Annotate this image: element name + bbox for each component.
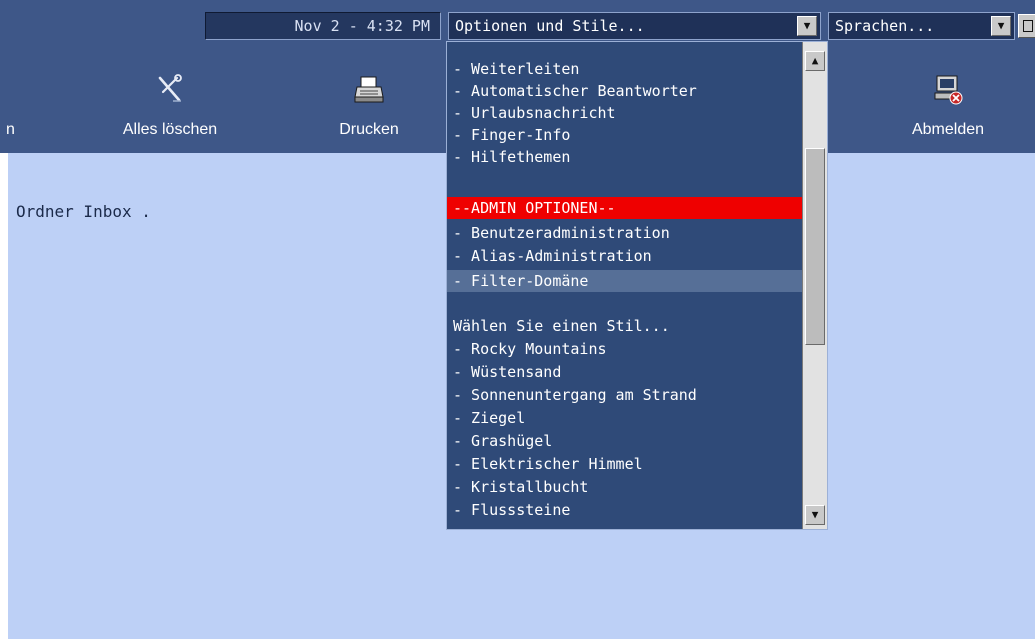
dropdown-item[interactable]: - Finger-Info — [447, 124, 803, 146]
dropdown-item[interactable]: - Sonnenuntergang am Strand — [447, 384, 803, 406]
clock-display: Nov 2 - 4:32 PM — [205, 12, 441, 40]
toolbar-item-prev[interactable]: n — [0, 42, 22, 150]
left-edge — [0, 153, 8, 639]
logout-button[interactable]: Abmelden — [888, 42, 1008, 150]
scroll-up-icon[interactable]: ▲ — [805, 51, 825, 71]
dropdown-item[interactable]: - Urlaubsnachricht — [447, 102, 803, 124]
dropdown-item[interactable]: - Ziegel — [447, 407, 803, 429]
dropdown-item[interactable]: - Hilfethemen — [447, 146, 803, 168]
scrollbar-thumb[interactable] — [805, 148, 825, 345]
options-dropdown-list: - Weiterleiten - Automatischer Beantwort… — [447, 42, 803, 529]
computer-logout-icon — [934, 75, 963, 105]
dropdown-item[interactable]: - Elektrischer Himmel — [447, 453, 803, 475]
dropdown-scrollbar[interactable]: ▲ ▼ — [802, 42, 827, 529]
dropdown-item[interactable]: - Benutzeradministration — [447, 222, 803, 244]
dropdown-item-blank[interactable] — [447, 168, 803, 190]
options-select[interactable]: Optionen und Stile... ▼ — [448, 12, 821, 40]
dropdown-item[interactable]: - Weiterleiten — [447, 58, 803, 80]
dropdown-item[interactable]: - Wüstensand — [447, 361, 803, 383]
dropdown-item-selected[interactable]: - Filter-Domäne — [447, 270, 803, 292]
dropdown-item[interactable]: - Flusssteine — [447, 499, 803, 521]
print-label: Drucken — [339, 121, 399, 138]
scroll-down-icon[interactable]: ▼ — [805, 505, 825, 525]
folder-status-text: Ordner Inbox . — [16, 202, 151, 221]
options-dropdown[interactable]: - Weiterleiten - Automatischer Beantwort… — [446, 41, 828, 530]
dropdown-item-blank[interactable] — [447, 294, 803, 316]
language-select-value: Sprachen... — [835, 17, 935, 35]
dropdown-item[interactable]: - Rocky Mountains — [447, 338, 803, 360]
toolbar-item-prev-label: n — [6, 121, 15, 138]
chevron-down-icon[interactable]: ▼ — [991, 16, 1011, 36]
dropdown-item[interactable]: - Alias-Administration — [447, 245, 803, 267]
dropdown-item[interactable]: - Automatischer Beantworter — [447, 80, 803, 102]
language-select[interactable]: Sprachen... ▼ — [828, 12, 1015, 40]
webmail-app: Nov 2 - 4:32 PM Optionen und Stile... ▼ … — [0, 0, 1035, 639]
dropdown-item-style-heading[interactable]: Wählen Sie einen Stil... — [447, 315, 803, 337]
clear-all-button[interactable]: Alles löschen — [105, 42, 235, 150]
clear-all-label: Alles löschen — [122, 121, 218, 138]
options-select-value: Optionen und Stile... — [455, 17, 645, 35]
logout-label: Abmelden — [911, 121, 985, 138]
tools-icon — [158, 74, 182, 102]
window-icon[interactable] — [1018, 14, 1035, 38]
dropdown-item[interactable]: - Grashügel — [447, 430, 803, 452]
dropdown-item[interactable]: - Kristallbucht — [447, 476, 803, 498]
print-button[interactable]: Drucken — [315, 42, 423, 150]
dropdown-item-admin-heading[interactable]: --ADMIN OPTIONEN-- — [447, 197, 803, 219]
chevron-down-icon[interactable]: ▼ — [797, 16, 817, 36]
printer-icon — [354, 76, 384, 103]
